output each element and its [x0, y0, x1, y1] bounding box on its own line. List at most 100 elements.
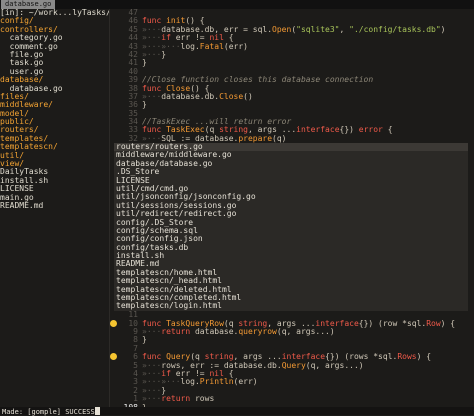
code-text[interactable]: }	[142, 336, 147, 344]
code-text[interactable]: »···SQL := database.prepare(q)	[142, 135, 287, 143]
tree-file[interactable]: install.sh	[0, 177, 109, 185]
code-line[interactable]: 10 func TaskQueryRow(q string, args ...in…	[110, 319, 474, 328]
completion-item[interactable]: config/config.json	[114, 235, 468, 243]
tree-file[interactable]: DailyTasks	[0, 168, 109, 176]
code-line[interactable]: 7	[110, 345, 474, 353]
code-line[interactable]: 44 »···if err != nil {	[110, 34, 474, 42]
code-line[interactable]: 35	[110, 110, 474, 118]
tree-file[interactable]: LICENSE	[0, 185, 109, 193]
code-text[interactable]: »···if err != nil {	[142, 370, 234, 378]
code-line[interactable]: 38 func Close() {	[110, 85, 474, 93]
tree-file[interactable]: task.go	[0, 59, 109, 67]
code-line[interactable]: 45 »···database.db, err = sql.Open("sqlit…	[110, 26, 474, 34]
code-line[interactable]: 37 »···database.db.Close()	[110, 93, 474, 101]
lightbulb-icon[interactable]	[110, 353, 117, 361]
code-line[interactable]: 8}	[110, 336, 474, 344]
tree-folder[interactable]: public/	[0, 118, 109, 126]
code-text[interactable]: }	[142, 101, 147, 109]
completion-item[interactable]: install.sh	[114, 252, 468, 260]
lightbulb-icon[interactable]	[110, 319, 117, 327]
completion-item[interactable]: config/.DS_Store	[114, 219, 468, 227]
code-line[interactable]: 6 func Query(q string, args ...interface{…	[110, 353, 474, 361]
tree-folder[interactable]: config/	[0, 17, 109, 25]
code-text[interactable]: »···if err != nil {	[142, 34, 234, 42]
code-line[interactable]: 34 //TaskExec ...will return error	[110, 118, 474, 126]
code-line[interactable]: 9 »···return database.queryrow(q, args...…	[110, 328, 474, 336]
code-text[interactable]: »···return rows	[142, 395, 214, 403]
completion-item[interactable]: templatescn/home.html	[114, 269, 468, 277]
code-line[interactable]: 46 func init() {	[110, 17, 474, 25]
line-number: 33	[128, 126, 138, 135]
tree-folder[interactable]: database/	[0, 76, 109, 84]
code-text[interactable]: »···return database.queryrow(q, args...)	[142, 328, 335, 336]
code-text[interactable]: »···»···log.Println(err)	[142, 378, 258, 386]
completion-popup[interactable]: routers/routers.go middleware/middleware.…	[114, 143, 468, 311]
code-line[interactable]: 1 »···return rows	[110, 395, 474, 403]
tree-file[interactable]: file.go	[0, 51, 109, 59]
tree-folder[interactable]: middleware/	[0, 101, 109, 109]
code-text[interactable]: //Close function closes this database co…	[142, 76, 373, 84]
completion-item[interactable]: util/redirect/redirect.go	[114, 210, 468, 218]
code-line[interactable]: 39 //Close function closes this database …	[110, 76, 474, 84]
completion-item[interactable]: database/database.go	[114, 160, 468, 168]
tree-file[interactable]: user.go	[0, 68, 109, 76]
completion-item[interactable]: templatescn/deleted.html	[114, 286, 468, 294]
tree-folder[interactable]: templates/	[0, 135, 109, 143]
code-line[interactable]: 43 »···»···log.Fatal(err)	[110, 43, 474, 51]
completion-item[interactable]: templatescn/completed.html	[114, 294, 468, 302]
completion-item[interactable]: README.md	[114, 260, 468, 268]
tree-folder[interactable]: controllers/	[0, 26, 109, 34]
code-line[interactable]: 3 »···»···log.Println(err)	[110, 378, 474, 386]
tree-folder[interactable]: files/	[0, 93, 109, 101]
tree-file[interactable]: main.go	[0, 194, 109, 202]
code-text[interactable]: »···database.db, err = sql.Open("sqlite3…	[142, 26, 445, 34]
code-text[interactable]: //TaskExec ...will return error	[142, 118, 291, 126]
completion-item[interactable]: templatescn/_head.html	[114, 277, 468, 285]
completion-item[interactable]: routers/routers.go	[114, 143, 468, 152]
code-line[interactable]: 33 func TaskExec(q string, args ...interf…	[110, 126, 474, 134]
code-text[interactable]: »···»···log.Fatal(err)	[142, 43, 248, 51]
line-number: 42	[128, 50, 138, 59]
code-text[interactable]: »···database.db.Close()	[142, 93, 253, 101]
code-text[interactable]: »···}	[142, 51, 166, 59]
code-line[interactable]: 47	[110, 9, 474, 17]
completion-item[interactable]: config/schema.sql	[114, 227, 468, 235]
tree-folder[interactable]: view/	[0, 160, 109, 168]
code-line[interactable]: 2 »···}	[110, 387, 474, 395]
code-text[interactable]: »···rows, err := database.db.Query(q, ar…	[142, 362, 364, 370]
code-line[interactable]: 4 »···if err != nil {	[110, 370, 474, 378]
tree-folder[interactable]: model/	[0, 110, 109, 118]
line-number: 35	[128, 109, 138, 118]
tree-folder[interactable]: routers/	[0, 126, 109, 134]
tree-file[interactable]: README.md	[0, 202, 109, 210]
tree-file[interactable]: comment.go	[0, 43, 109, 51]
code-line[interactable]: 5 »···rows, err := database.db.Query(q, a…	[110, 362, 474, 370]
code-text[interactable]: func TaskQueryRow(q string, args ...inte…	[142, 320, 455, 328]
completion-item[interactable]: middleware/middleware.go	[114, 151, 468, 159]
code-line[interactable]: 36}	[110, 101, 474, 109]
tree-file[interactable]: category.go	[0, 34, 109, 42]
tab-database-go[interactable]: database.go	[1, 0, 56, 9]
code-line[interactable]: 41}	[110, 59, 474, 67]
completion-item[interactable]: .DS_Store	[114, 168, 468, 176]
line-number: 4	[133, 369, 138, 378]
code-text[interactable]: func Close() {	[142, 85, 209, 93]
completion-item[interactable]: util/cmd/cmd.go	[114, 185, 468, 193]
code-line[interactable]: 32 »···SQL := database.prepare(q)	[110, 135, 474, 143]
code-text[interactable]: }	[142, 59, 147, 67]
code-text[interactable]: func Query(q string, args ...interface{}…	[142, 353, 431, 361]
tree-file[interactable]: database.go	[0, 85, 109, 93]
completion-item[interactable]: util/jsonconfig/jsonconfig.go	[114, 193, 468, 201]
completion-item[interactable]: config/tasks.db	[114, 244, 468, 252]
code-text[interactable]: func TaskExec(q string, args ...interfac…	[142, 126, 393, 134]
tree-folder[interactable]: util/	[0, 152, 109, 160]
code-line[interactable]: 40	[110, 68, 474, 76]
completion-item[interactable]: templatescn/login.html	[114, 302, 468, 310]
completion-item[interactable]: util/sessions/sessions.go	[114, 202, 468, 210]
completion-item[interactable]: LICENSE	[114, 177, 468, 185]
code-line[interactable]: 11	[110, 311, 474, 319]
code-text[interactable]: »···}	[142, 387, 166, 395]
code-text[interactable]: func init() {	[142, 17, 205, 25]
tree-folder[interactable]: templatescn/	[0, 143, 109, 151]
code-line[interactable]: 42 »···}	[110, 51, 474, 59]
